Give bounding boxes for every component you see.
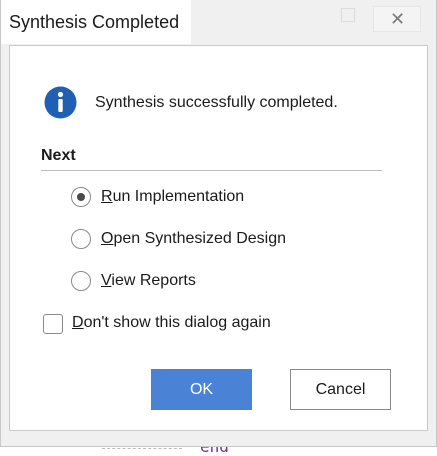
cancel-button[interactable]: Cancel — [290, 369, 391, 410]
close-icon: ✕ — [390, 9, 406, 29]
dont-show-again-checkbox[interactable] — [43, 314, 63, 334]
dont-show-again-label: Don't show this dialog again — [72, 314, 271, 331]
info-icon — [44, 86, 77, 119]
option-label: View Reports — [101, 272, 196, 289]
close-button[interactable]: ✕ — [373, 6, 421, 32]
option-label: Open Synthesized Design — [101, 230, 287, 247]
next-section-label: Next — [41, 147, 76, 164]
option-label: Run Implementation — [101, 188, 245, 205]
background-dashed-line — [102, 448, 182, 450]
radio-button[interactable] — [71, 229, 91, 249]
dialog-title: Synthesis Completed — [9, 12, 180, 32]
status-message: Synthesis successfully completed. — [95, 94, 338, 111]
window-frame-hint — [341, 8, 355, 22]
dialog-content: Synthesis successfully completed. Next R… — [9, 45, 428, 431]
title-bar: Synthesis Completed — [1, 0, 191, 44]
synthesis-completed-dialog: Synthesis Completed ✕ Synthesis successf… — [0, 0, 437, 447]
radio-button-checked[interactable] — [71, 187, 91, 207]
ok-button[interactable]: OK — [151, 369, 252, 410]
radio-button[interactable] — [71, 271, 91, 291]
section-divider — [41, 170, 382, 171]
